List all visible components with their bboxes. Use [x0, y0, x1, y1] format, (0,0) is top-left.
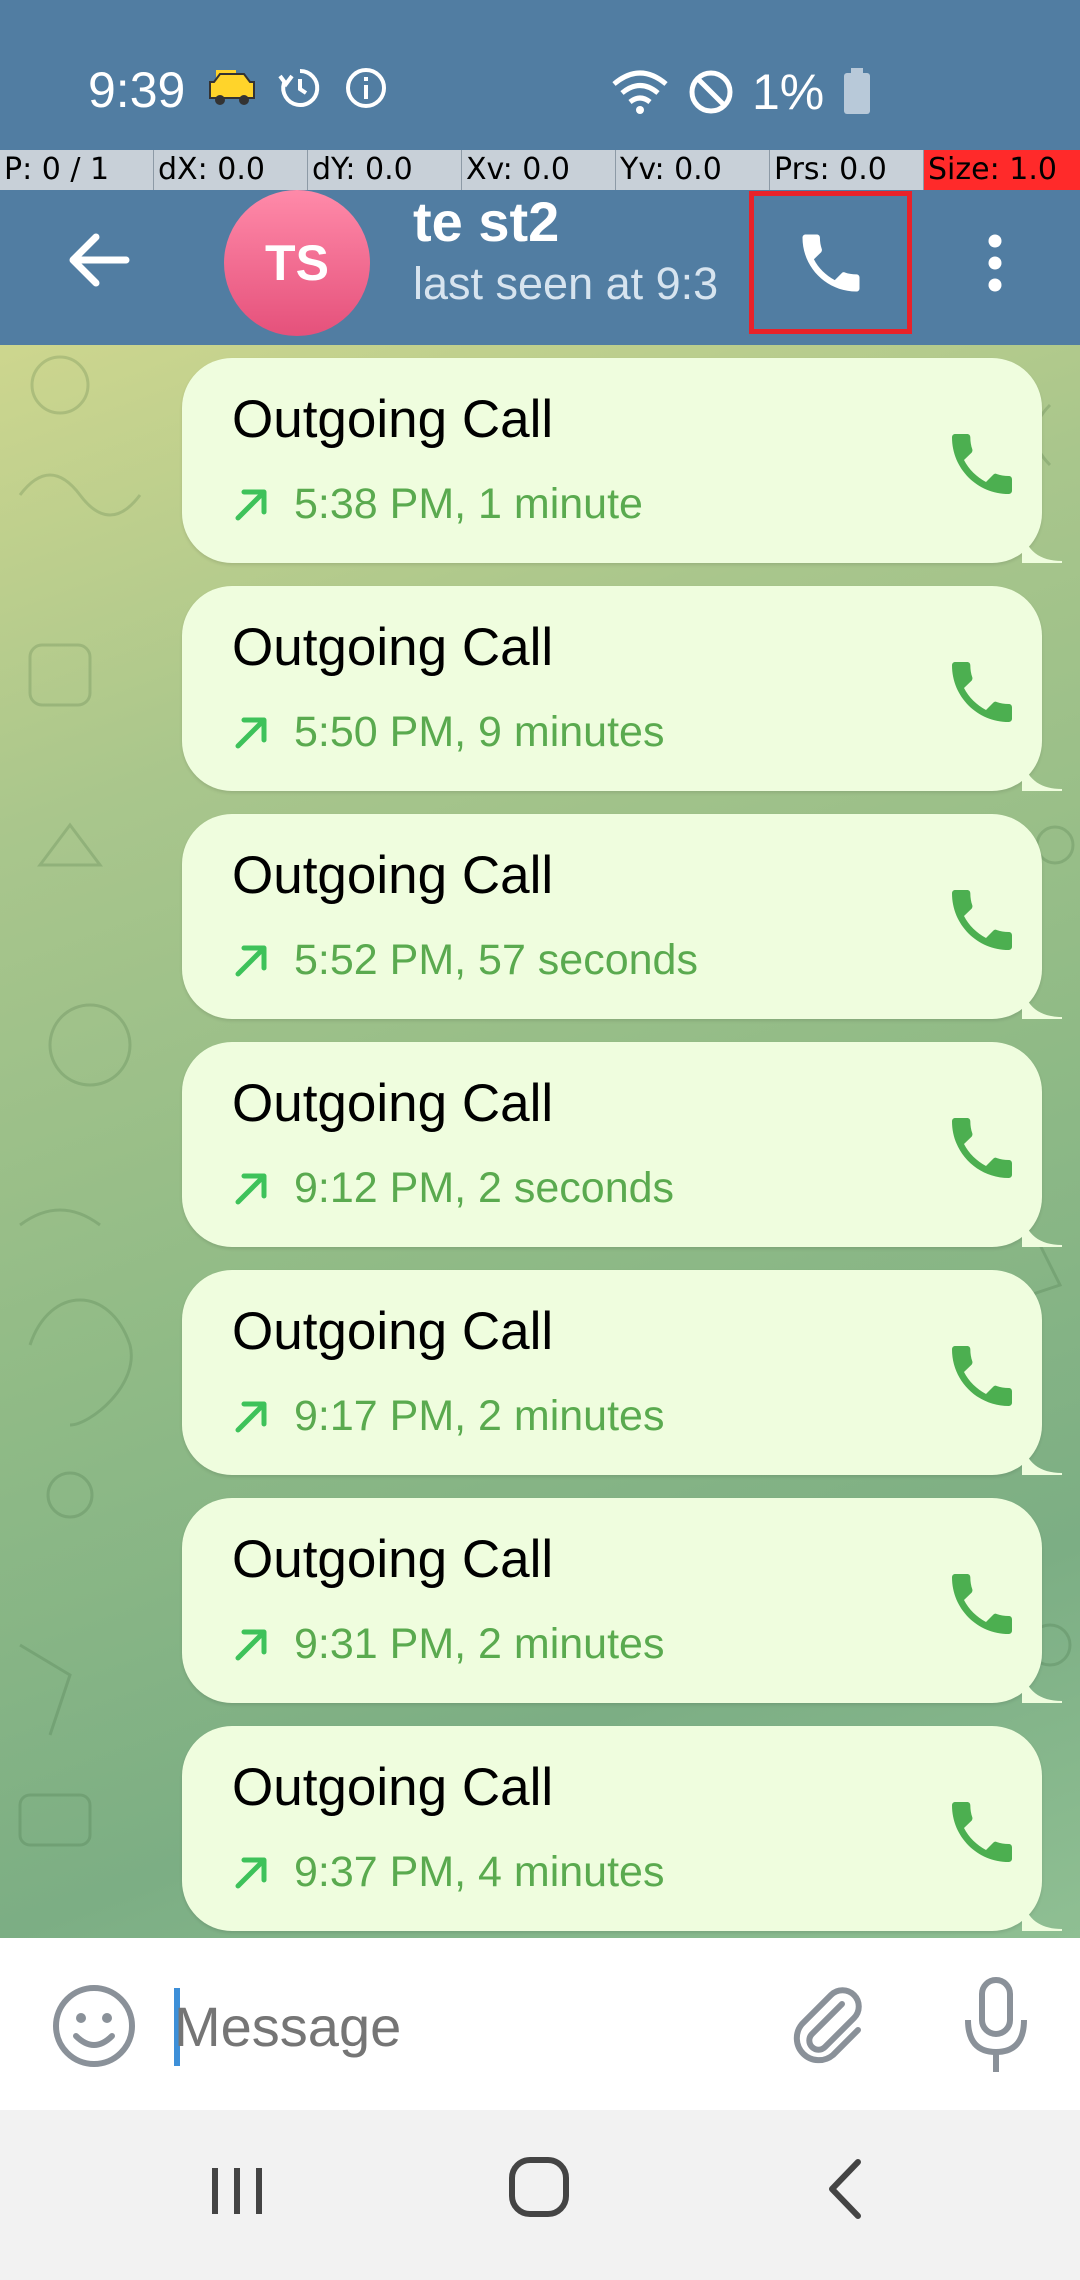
outgoing-arrow-icon: [235, 1401, 267, 1433]
call-again-button[interactable]: [942, 424, 1022, 504]
call-again-button[interactable]: [942, 1336, 1022, 1416]
debug-pressure: Prs: 0.0: [770, 150, 924, 190]
call-message-bubble[interactable]: Outgoing Call 9:17 PM, 2 minutes: [182, 1270, 1062, 1475]
highlight-box: [749, 191, 912, 334]
bubble-tail: [1022, 1897, 1062, 1931]
phone-icon: [952, 1118, 1012, 1178]
bubble-tail: [1022, 757, 1062, 791]
chat-header: TS te st2 last seen at 9:3: [0, 190, 1080, 345]
debug-size: Size: 1.0: [924, 150, 1080, 190]
arrow-left-icon: [69, 233, 130, 287]
message-composer: [0, 1938, 1080, 2110]
call-details: 9:12 PM, 2 seconds: [232, 1160, 674, 1216]
message-input[interactable]: [174, 1978, 754, 2074]
battery-percent: 1%: [752, 64, 825, 120]
call-time-duration: 5:52 PM, 57 seconds: [294, 936, 698, 984]
recent-apps-icon: [212, 2168, 262, 2214]
home-icon: [509, 2157, 569, 2217]
status-left-icons: [208, 66, 388, 110]
outgoing-arrow-icon: [235, 1173, 267, 1205]
chevron-left-icon: [829, 2159, 861, 2219]
debug-dx: dX: 0.0: [154, 150, 308, 190]
call-title: Outgoing Call: [232, 618, 554, 677]
system-back-button[interactable]: [816, 2154, 876, 2224]
status-right-icons: 1%: [610, 62, 872, 122]
wifi-icon: [612, 70, 668, 114]
emoji-button[interactable]: [50, 1982, 138, 2070]
call-time-duration: 5:38 PM, 1 minute: [294, 480, 643, 528]
call-message-bubble[interactable]: Outgoing Call 9:37 PM, 4 minutes: [182, 1726, 1062, 1931]
contact-name[interactable]: te st2: [413, 190, 559, 254]
status-bar: 9:39 1%: [0, 0, 1080, 150]
call-message-bubble[interactable]: Outgoing Call 5:38 PM, 1 minute: [182, 358, 1062, 563]
phone-icon: [952, 1574, 1012, 1634]
outgoing-arrow-icon: [235, 1857, 267, 1889]
call-time-duration: 9:31 PM, 2 minutes: [294, 1620, 665, 1668]
bubble-tail: [1022, 985, 1062, 1019]
call-title: Outgoing Call: [232, 1530, 554, 1589]
attach-button[interactable]: [784, 1982, 872, 2070]
debug-yv: Yv: 0.0: [616, 150, 770, 190]
smile-icon: [53, 1985, 135, 2067]
call-title: Outgoing Call: [232, 1302, 554, 1361]
more-vertical-icon: [988, 234, 1002, 292]
call-again-button[interactable]: [942, 652, 1022, 732]
bubble-tail: [1022, 1669, 1062, 1703]
system-navigation-bar: [0, 2110, 1080, 2280]
outgoing-arrow-icon: [235, 1629, 267, 1661]
phone-icon: [952, 662, 1012, 722]
sync-clock-icon: [278, 68, 320, 107]
outgoing-arrow-icon: [235, 945, 267, 977]
call-time-duration: 9:37 PM, 4 minutes: [294, 1848, 665, 1896]
bubble-tail: [1022, 1213, 1062, 1247]
call-details: 5:38 PM, 1 minute: [232, 476, 643, 532]
call-details: 9:31 PM, 2 minutes: [232, 1616, 664, 1672]
status-time: 9:39: [88, 62, 186, 118]
battery-icon: [844, 68, 871, 114]
paperclip-icon: [793, 1987, 862, 2064]
call-details: 5:50 PM, 9 minutes: [232, 704, 664, 760]
phone-icon: [952, 890, 1012, 950]
do-not-disturb-icon: [689, 70, 733, 114]
home-button[interactable]: [506, 2154, 572, 2220]
phone-icon: [952, 1802, 1012, 1862]
avatar[interactable]: TS: [224, 190, 370, 336]
contact-last-seen: last seen at 9:3: [413, 258, 719, 309]
call-again-button[interactable]: [942, 1792, 1022, 1872]
outgoing-arrow-icon: [235, 489, 267, 521]
call-title: Outgoing Call: [232, 1074, 554, 1133]
debug-pointer: P: 0 / 1: [0, 150, 154, 190]
outgoing-arrow-icon: [235, 717, 267, 749]
call-again-button[interactable]: [942, 1108, 1022, 1188]
call-title: Outgoing Call: [232, 390, 554, 449]
back-button[interactable]: [58, 220, 138, 300]
taxi-icon: [209, 70, 255, 105]
more-options-button[interactable]: [960, 218, 1030, 308]
call-details: 5:52 PM, 57 seconds: [232, 932, 698, 988]
pointer-debug-overlay: P: 0 / 1 dX: 0.0 dY: 0.0 Xv: 0.0 Yv: 0.0…: [0, 150, 1080, 190]
call-time-duration: 5:50 PM, 9 minutes: [294, 708, 665, 756]
call-message-bubble[interactable]: Outgoing Call 5:50 PM, 9 minutes: [182, 586, 1062, 791]
microphone-icon: [965, 1977, 1027, 2072]
call-message-bubble[interactable]: Outgoing Call 9:12 PM, 2 seconds: [182, 1042, 1062, 1247]
info-icon: [346, 68, 386, 108]
call-again-button[interactable]: [942, 880, 1022, 960]
call-title: Outgoing Call: [232, 1758, 554, 1817]
voice-message-button[interactable]: [952, 1976, 1040, 2076]
bubble-tail: [1022, 529, 1062, 563]
phone-icon: [952, 1346, 1012, 1406]
call-time-duration: 9:12 PM, 2 seconds: [294, 1164, 675, 1212]
bubble-tail: [1022, 1441, 1062, 1475]
debug-dy: dY: 0.0: [308, 150, 462, 190]
call-message-bubble[interactable]: Outgoing Call 5:52 PM, 57 seconds: [182, 814, 1062, 1019]
call-again-button[interactable]: [942, 1564, 1022, 1644]
call-time-duration: 9:17 PM, 2 minutes: [294, 1392, 665, 1440]
call-details: 9:37 PM, 4 minutes: [232, 1844, 664, 1900]
call-message-bubble[interactable]: Outgoing Call 9:31 PM, 2 minutes: [182, 1498, 1062, 1703]
call-details: 9:17 PM, 2 minutes: [232, 1388, 664, 1444]
call-title: Outgoing Call: [232, 846, 554, 905]
recent-apps-button[interactable]: [200, 2156, 274, 2226]
phone-icon: [952, 434, 1012, 494]
debug-xv: Xv: 0.0: [462, 150, 616, 190]
